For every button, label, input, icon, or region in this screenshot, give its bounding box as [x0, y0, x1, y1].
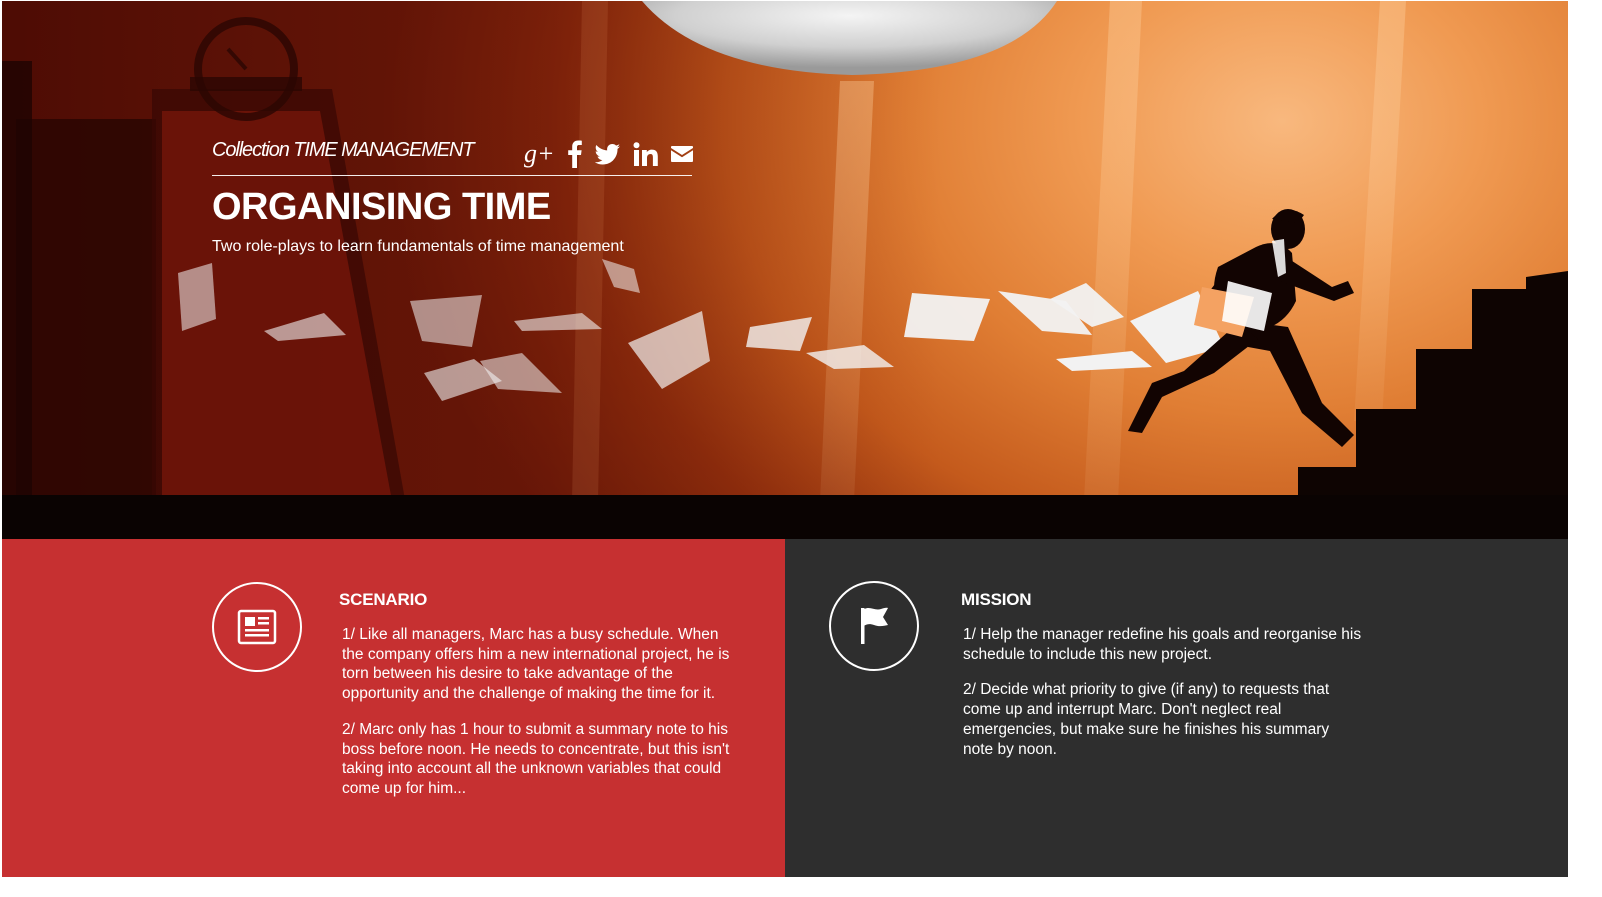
flag-icon [829, 581, 919, 671]
collection-label: Collection TIME MANAGEMENT [212, 139, 475, 161]
facebook-icon[interactable] [567, 139, 583, 169]
page-subtitle: Two role-plays to learn fundamentals of … [212, 238, 624, 255]
scenario-text: 1/ Like all managers, Marc has a busy sc… [342, 625, 732, 815]
page: Collection TIME MANAGEMENT g+ ORGANISING… [2, 1, 1568, 877]
hero-text-block: Collection TIME MANAGEMENT g+ ORGANISING… [212, 137, 693, 256]
hero-illustration [2, 1, 1568, 539]
email-icon[interactable] [670, 139, 693, 169]
scenario-paragraph-2: 2/ Marc only has 1 hour to submit a summ… [342, 720, 730, 797]
mission-panel: MISSION 1/ Help the manager redefine his… [785, 539, 1568, 877]
document-icon [212, 582, 302, 672]
twitter-icon[interactable] [594, 139, 621, 169]
page-title: ORGANISING TIME [212, 186, 551, 228]
google-plus-icon[interactable]: g+ [524, 139, 555, 169]
hero-banner: Collection TIME MANAGEMENT g+ ORGANISING… [2, 1, 1568, 539]
mission-paragraph-1: 1/ Help the manager redefine his goals a… [963, 626, 1362, 663]
scenario-heading: SCENARIO [339, 590, 428, 609]
mission-heading: MISSION [961, 590, 1032, 609]
mission-paragraph-2: 2/ Decide what priority to give (if any)… [963, 681, 1330, 758]
mission-text: 1/ Help the manager redefine his goals a… [963, 625, 1363, 775]
scenario-paragraph-1: 1/ Like all managers, Marc has a busy sc… [342, 626, 730, 703]
social-share-bar: g+ [524, 137, 693, 171]
linkedin-icon[interactable] [633, 139, 659, 169]
collection-row: Collection TIME MANAGEMENT g+ [212, 137, 693, 176]
scenario-panel: SCENARIO 1/ Like all managers, Marc has … [2, 539, 785, 877]
